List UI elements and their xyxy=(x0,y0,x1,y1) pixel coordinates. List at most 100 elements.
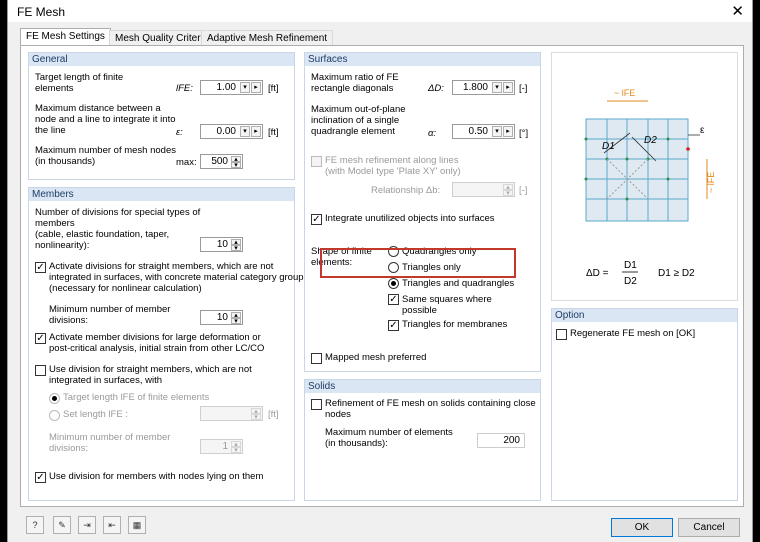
max-distance-label-2: node and a line to integrate it into xyxy=(35,114,176,125)
spin-right-icon[interactable]: ▸ xyxy=(251,82,261,93)
use-division-label: Use division for straight members, which… xyxy=(49,364,252,375)
import-icon[interactable]: ⇤ xyxy=(103,516,121,534)
surfaces-group: Surfaces Maximum ratio of FE rectangle d… xyxy=(304,52,541,372)
use-division-label-2: integrated in surfaces, with xyxy=(49,375,163,386)
regenerate-checkbox[interactable] xyxy=(556,329,567,340)
target-length-value: 1.00 xyxy=(216,82,236,93)
tab-mesh-quality-criteria[interactable]: Mesh Quality Criteria xyxy=(109,30,215,46)
target-length-label-2: elements xyxy=(35,83,74,94)
refine-lines-label: FE mesh refinement along lines xyxy=(325,155,459,166)
min-divisions-2-label-2: divisions: xyxy=(49,443,89,454)
max-nodes-label: Maximum number of mesh nodes xyxy=(35,145,176,156)
max-elements-label-2: (in thousands): xyxy=(325,438,388,449)
highlight-frame xyxy=(320,248,516,278)
max-distance-input[interactable]: 0.00 ▾ ▸ xyxy=(200,124,263,139)
general-group: General Target length of finite elements… xyxy=(28,52,295,180)
target-length-input[interactable]: 1.00 ▾ ▸ xyxy=(200,80,263,95)
frac-top: D1 xyxy=(624,260,637,271)
d2-label: D2 xyxy=(644,135,657,146)
set-length-option: Set length lFE : xyxy=(63,409,128,420)
max-elements-label: Maximum number of elements xyxy=(325,427,453,438)
min-divisions-input[interactable]: 10 ▴ ▾ xyxy=(200,310,243,325)
nodes-on-members-label: Use division for members with nodes lyin… xyxy=(49,471,264,482)
set-length-radio[interactable] xyxy=(49,410,60,421)
max-nodes-input[interactable]: 500 ▴ ▾ xyxy=(200,154,243,169)
max-nodes-value: 500 xyxy=(211,156,228,167)
triangles-and-quadrangles-radio[interactable] xyxy=(388,278,399,289)
max-elements-input[interactable]: 200 xyxy=(477,433,525,448)
set-length-input[interactable]: ▴ ▾ xyxy=(200,406,263,421)
epsilon-label: ε xyxy=(700,125,705,136)
units-icon[interactable]: ▦ xyxy=(128,516,146,534)
help-icon[interactable]: ? xyxy=(26,516,44,534)
same-squares-checkbox[interactable]: ✓ xyxy=(388,294,399,305)
min-divisions-2-input[interactable]: 1 ▴ ▾ xyxy=(200,439,243,454)
activate-divisions-label-2: integrated in surfaces, with concrete ma… xyxy=(49,272,304,283)
spin-down-icon[interactable]: ▾ xyxy=(231,245,241,252)
spin-down-icon[interactable]: ▾ xyxy=(231,447,241,454)
condition-label: D1 ≥ D2 xyxy=(658,268,695,279)
oop-label-3: quadrangle element xyxy=(311,126,395,137)
d1-label: D1 xyxy=(602,141,615,152)
integrate-unutilized-checkbox[interactable]: ✓ xyxy=(311,214,322,225)
spin-right-icon[interactable]: ▸ xyxy=(503,82,513,93)
max-distance-unit: [ft] xyxy=(268,127,279,138)
same-squares-label-2: possible xyxy=(402,305,437,316)
oop-label: Maximum out-of-plane xyxy=(311,104,406,115)
close-icon[interactable]: ✕ xyxy=(731,2,744,20)
refine-lines-checkbox[interactable] xyxy=(311,156,322,167)
solids-refinement-checkbox[interactable] xyxy=(311,399,322,410)
nodes-on-members-checkbox[interactable]: ✓ xyxy=(35,472,46,483)
ratio-input[interactable]: 1.800 ▾ ▸ xyxy=(452,80,515,95)
spin-down-icon[interactable]: ▾ xyxy=(492,82,502,93)
spin-down-icon[interactable]: ▾ xyxy=(231,318,241,325)
surfaces-header: Surfaces xyxy=(305,53,540,66)
spin-down-icon[interactable]: ▾ xyxy=(492,126,502,137)
use-division-checkbox[interactable] xyxy=(35,365,46,376)
spin-down-icon[interactable]: ▾ xyxy=(240,126,250,137)
target-length-radio[interactable] xyxy=(49,393,60,404)
mapped-mesh-checkbox[interactable] xyxy=(311,353,322,364)
spin-down-icon[interactable]: ▾ xyxy=(251,414,261,421)
activate-divisions-label-3: (necessary for nonlinear calculation) xyxy=(49,283,202,294)
oop-input[interactable]: 0.50 ▾ ▸ xyxy=(452,124,515,139)
divisions-input[interactable]: 10 ▴ ▾ xyxy=(200,237,243,252)
cancel-button[interactable]: Cancel xyxy=(678,518,740,537)
activate-divisions-checkbox[interactable]: ✓ xyxy=(35,262,46,273)
solids-group: Solids Refinement of FE mesh on solids c… xyxy=(304,379,541,501)
delta-label: ΔD = xyxy=(586,268,609,279)
relationship-unit: [-] xyxy=(519,185,528,196)
divisions-label: Number of divisions for special types of xyxy=(35,207,201,218)
triangles-membranes-checkbox[interactable]: ✓ xyxy=(388,320,399,331)
spin-right-icon[interactable]: ▸ xyxy=(503,126,513,137)
oop-symbol: α: xyxy=(428,128,437,139)
ratio-value: 1.800 xyxy=(462,82,488,93)
relationship-input[interactable]: ▴ ▾ xyxy=(452,182,515,197)
ratio-unit: [-] xyxy=(519,83,528,94)
regenerate-label: Regenerate FE mesh on [OK] xyxy=(570,328,696,339)
large-deformation-label-2: post-critical analysis, initial strain f… xyxy=(49,343,265,354)
triangles-and-quadrangles-label: Triangles and quadrangles xyxy=(402,278,515,289)
max-distance-label: Maximum distance between a xyxy=(35,103,161,114)
option-header: Option xyxy=(552,309,737,322)
min-divisions-2-value: 1 xyxy=(222,441,228,452)
target-length-unit: [ft] xyxy=(268,83,279,94)
lfe-side-label: ~ lFE xyxy=(706,172,716,193)
refine-lines-label-2: (with Model type 'Plate XY' only) xyxy=(325,166,461,177)
spin-down-icon[interactable]: ▾ xyxy=(231,162,241,169)
max-distance-value: 0.00 xyxy=(216,126,236,137)
spin-right-icon[interactable]: ▸ xyxy=(251,126,261,137)
large-deformation-checkbox[interactable]: ✓ xyxy=(35,333,46,344)
integrate-unutilized-label: Integrate unutilized objects into surfac… xyxy=(325,213,495,224)
max-distance-label-3: the line xyxy=(35,125,66,136)
tab-adaptive-mesh-refinement[interactable]: Adaptive Mesh Refinement xyxy=(201,30,334,46)
ok-button[interactable]: OK xyxy=(611,518,673,537)
edit-icon[interactable]: ✎ xyxy=(53,516,71,534)
divisions-label-2: members xyxy=(35,218,75,229)
ratio-label-2: rectangle diagonals xyxy=(311,83,394,94)
divisions-label-3: (cable, elastic foundation, taper, xyxy=(35,229,170,240)
spin-down-icon[interactable]: ▾ xyxy=(503,190,513,197)
export-icon[interactable]: ⇥ xyxy=(78,516,96,534)
relationship-label: Relationship Δb: xyxy=(371,185,441,196)
spin-down-icon[interactable]: ▾ xyxy=(240,82,250,93)
